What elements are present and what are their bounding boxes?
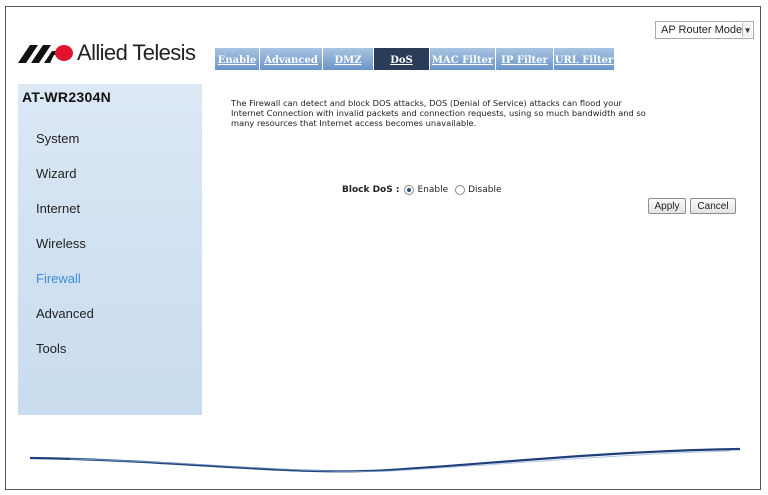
sidebar-item-internet[interactable]: Internet	[36, 200, 94, 235]
sidebar-item-firewall[interactable]: Firewall	[36, 270, 94, 305]
disable-label[interactable]: Disable	[468, 185, 501, 195]
brand-logo: Allied Telesis	[18, 38, 204, 68]
sidebar-item-tools[interactable]: Tools	[36, 340, 94, 375]
tab-enable[interactable]: Enable	[215, 48, 260, 70]
sidebar-item-wireless[interactable]: Wireless	[36, 235, 94, 270]
sidebar-item-system[interactable]: System	[36, 130, 94, 165]
block-dos-disable-option[interactable]: Disable	[455, 185, 502, 195]
enable-label[interactable]: Enable	[417, 185, 448, 195]
tab-dmz[interactable]: DMZ	[323, 48, 374, 70]
block-dos-enable-option[interactable]: Enable	[404, 185, 448, 195]
tab-mac-filter[interactable]: MAC Filter	[430, 48, 496, 70]
disable-radio[interactable]	[455, 185, 466, 195]
sidebar-item-wizard[interactable]: Wizard	[36, 165, 94, 200]
tab-ip-filter[interactable]: IP Filter	[496, 48, 554, 70]
enable-radio[interactable]	[404, 185, 415, 195]
description-line: Internet Connection with invalid packets…	[231, 108, 646, 118]
router-mode-value: AP Router Mode	[661, 24, 743, 36]
block-dos-row: Block DoS : Enable Disable	[342, 185, 509, 195]
tab-url-filter[interactable]: URL Filter	[554, 48, 614, 70]
description-line: many resources that Internet access beco…	[231, 118, 477, 128]
description-line: The Firewall can detect and block DOS at…	[231, 98, 622, 108]
allied-telesis-logo-icon	[18, 45, 73, 63]
router-mode-select[interactable]: AP Router Mode ▼	[655, 21, 754, 39]
brand-name: Allied Telesis	[77, 40, 196, 65]
firewall-tab-bar: Enable Advanced DMZ DoS MAC Filter IP Fi…	[215, 48, 638, 70]
tab-dos[interactable]: DoS	[374, 48, 430, 70]
sidebar-menu: System Wizard Internet Wireless Firewall…	[36, 130, 94, 375]
block-dos-label: Block DoS :	[342, 185, 400, 195]
sidebar-item-advanced[interactable]: Advanced	[36, 305, 94, 340]
chevron-down-icon[interactable]: ▼	[742, 23, 752, 37]
device-model: AT-WR2304N	[22, 89, 112, 105]
decorative-swoosh	[30, 447, 740, 473]
cancel-button[interactable]: Cancel	[690, 198, 736, 214]
tab-advanced[interactable]: Advanced	[260, 48, 323, 70]
apply-button[interactable]: Apply	[648, 198, 686, 214]
dos-description: The Firewall can detect and block DOS at…	[231, 98, 751, 128]
sidebar: AT-WR2304N System Wizard Internet Wirele…	[18, 84, 202, 415]
